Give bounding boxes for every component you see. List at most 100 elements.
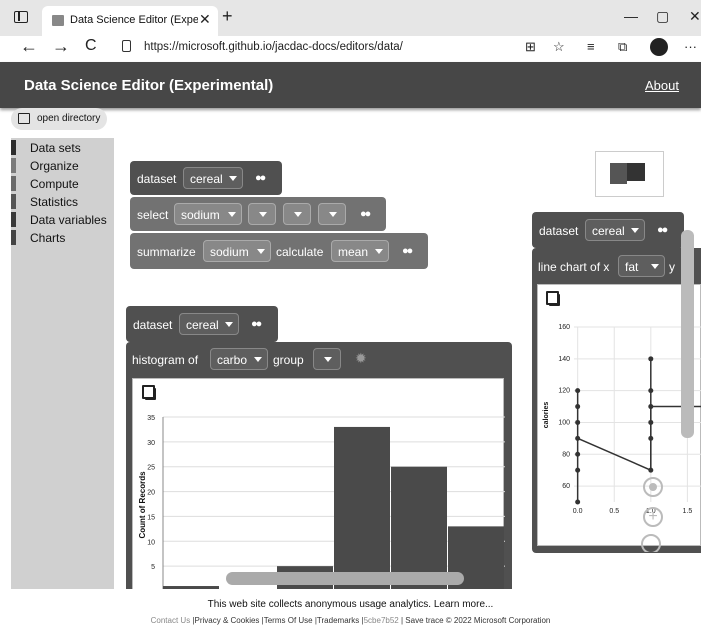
y-tick-label: 5 bbox=[151, 564, 155, 571]
zoom-in-icon[interactable]: + bbox=[643, 507, 663, 527]
sidebar-item-organize[interactable]: Organize bbox=[11, 157, 114, 175]
contact-link[interactable]: Contact Us bbox=[151, 616, 191, 625]
histogram-dropdown-value: carbo bbox=[217, 353, 248, 367]
minimap-block bbox=[610, 163, 627, 184]
profile-avatar[interactable] bbox=[650, 38, 668, 56]
analytics-notice[interactable]: This web site collects anonymous usage a… bbox=[0, 599, 701, 610]
sidebar-item-compute[interactable]: Compute bbox=[11, 175, 114, 193]
tab-actions-icon[interactable] bbox=[14, 11, 28, 23]
copy-icon[interactable] bbox=[546, 291, 560, 306]
favorites-icon[interactable]: ≡ bbox=[587, 39, 595, 54]
sidebar-item-data-sets[interactable]: Data sets bbox=[11, 139, 114, 157]
sidebar-item-statistics[interactable]: Statistics bbox=[11, 193, 114, 211]
tab-close-icon[interactable]: ✕ bbox=[199, 11, 211, 28]
line-chart-panel: 160 140 120 100 80 60 0.0 0.5 1.0 1.5 calories + bbox=[537, 284, 701, 546]
dataset-dropdown[interactable]: cereal bbox=[179, 313, 239, 335]
select-column-dropdown-3[interactable] bbox=[283, 203, 311, 225]
select-block-label: select bbox=[137, 208, 169, 222]
preview-eye-icon[interactable]: ●● bbox=[251, 318, 262, 330]
chevron-down-icon bbox=[375, 249, 383, 254]
minimize-button[interactable]: — bbox=[624, 8, 638, 24]
new-tab-button[interactable]: + bbox=[222, 6, 233, 27]
settings-gear-icon[interactable]: ✹ bbox=[355, 350, 367, 367]
dataset-dropdown-value: cereal bbox=[190, 172, 223, 186]
collections-icon[interactable]: ⧉ bbox=[618, 39, 627, 55]
y-tick-label: 100 bbox=[558, 419, 570, 426]
group-dropdown[interactable] bbox=[313, 348, 341, 370]
workspace-minimap[interactable] bbox=[595, 151, 664, 197]
summarize-column-dropdown[interactable]: sodium bbox=[203, 240, 271, 262]
dataset-dropdown[interactable]: cereal bbox=[183, 167, 243, 189]
select-column-dropdown[interactable]: sodium bbox=[174, 203, 242, 225]
y-tick-label: 20 bbox=[147, 490, 155, 497]
vertical-scrollbar[interactable] bbox=[681, 230, 694, 438]
reload-button[interactable]: C bbox=[85, 37, 97, 55]
app-available-icon[interactable]: ⊞ bbox=[525, 39, 536, 55]
close-window-button[interactable]: ✕ bbox=[689, 8, 701, 25]
x-tick-label: 0.0 bbox=[573, 508, 583, 515]
y-tick-label: 25 bbox=[147, 465, 155, 472]
tab-title: Data Science Editor (Experimenta bbox=[70, 14, 198, 26]
data-point bbox=[575, 467, 581, 473]
sidebar-item-label: Data variables bbox=[30, 213, 107, 227]
url-field[interactable]: https://microsoft.github.io/jacdac-docs/… bbox=[110, 37, 530, 59]
toolbox-sidebar: Data sets Organize Compute Statistics Da… bbox=[11, 138, 114, 589]
sidebar-item-label: Organize bbox=[30, 159, 79, 173]
sidebar-item-label: Data sets bbox=[30, 141, 81, 155]
forward-button[interactable]: → bbox=[52, 36, 70, 57]
menu-icon[interactable]: ··· bbox=[684, 39, 697, 54]
category-color-bar bbox=[11, 194, 16, 209]
category-color-bar bbox=[11, 176, 16, 191]
dataset-dropdown[interactable]: cereal bbox=[585, 219, 645, 241]
copy-icon[interactable] bbox=[142, 385, 156, 400]
dataset-block-label: dataset bbox=[137, 172, 177, 186]
data-point bbox=[575, 404, 581, 410]
preview-eye-icon[interactable]: ●● bbox=[255, 172, 266, 184]
app-title: Data Science Editor (Experimental) bbox=[24, 77, 274, 94]
y-axis-label: Count of Records bbox=[138, 471, 147, 539]
data-point bbox=[648, 419, 654, 425]
data-point bbox=[575, 451, 581, 457]
maximize-button[interactable]: ▢ bbox=[656, 8, 669, 25]
sidebar-item-data-variables[interactable]: Data variables bbox=[11, 211, 114, 229]
summarize-block-label: summarize bbox=[137, 245, 196, 259]
histogram-block[interactable]: histogram of carbo group ✹ 35 30 25 20 15 10 5… bbox=[126, 342, 512, 591]
preview-eye-icon[interactable]: ●● bbox=[402, 245, 413, 257]
histogram-chart: 35 30 25 20 15 10 5 Count of Records bbox=[138, 415, 505, 591]
select-block[interactable]: select sodium ●● bbox=[130, 197, 386, 231]
preview-eye-icon[interactable]: ●● bbox=[360, 208, 371, 220]
recenter-dot bbox=[649, 483, 657, 491]
browser-tab[interactable]: Data Science Editor (Experimenta ✕ bbox=[42, 6, 218, 36]
address-bar: ← → C https://microsoft.github.io/jacdac… bbox=[0, 36, 701, 62]
line-chart: 16014012010080600.0 0.5 1.0 1.5calories bbox=[543, 324, 701, 515]
add-favorite-icon[interactable]: ☆ bbox=[553, 39, 565, 55]
dataset-dropdown-value: cereal bbox=[592, 224, 625, 238]
select-column-dropdown-4[interactable] bbox=[318, 203, 346, 225]
select-column-dropdown-2[interactable] bbox=[248, 203, 276, 225]
dataset-block[interactable]: dataset cereal ●● bbox=[126, 306, 278, 342]
dataset-block-label: dataset bbox=[133, 318, 173, 332]
minimap-block bbox=[627, 163, 645, 181]
policy-links[interactable]: |Privacy & Cookies |Terms Of Use |Tradem… bbox=[192, 616, 363, 625]
dataset-block[interactable]: dataset cereal ●● bbox=[532, 212, 684, 248]
footer-links: Contact Us |Privacy & Cookies |Terms Of … bbox=[0, 616, 701, 625]
calculate-dropdown[interactable]: mean bbox=[331, 240, 389, 262]
open-directory-button[interactable]: open directory bbox=[11, 108, 107, 130]
histogram-column-dropdown[interactable]: carbo bbox=[210, 348, 268, 370]
dataset-block[interactable]: dataset cereal ●● bbox=[130, 161, 282, 195]
line-x-dropdown[interactable]: fat bbox=[618, 255, 665, 277]
line-chart-block-label: line chart of x bbox=[538, 260, 610, 274]
summarize-block[interactable]: summarize sodium calculate mean ●● bbox=[130, 233, 428, 269]
preview-eye-icon[interactable]: ●● bbox=[657, 224, 668, 236]
about-link[interactable]: About bbox=[645, 78, 679, 93]
line-chart-block[interactable]: line chart of x fat y 160 140 120 100 80 60 0.… bbox=[532, 248, 701, 553]
zoom-out-icon[interactable] bbox=[637, 532, 665, 552]
sidebar-item-charts[interactable]: Charts bbox=[11, 229, 114, 247]
back-button[interactable]: ← bbox=[20, 36, 38, 57]
histogram-plot: 35 30 25 20 15 10 5 Count of Records bbox=[138, 415, 505, 591]
select-dropdown-value: sodium bbox=[181, 208, 220, 222]
chevron-down-icon bbox=[324, 357, 332, 362]
data-point bbox=[575, 435, 581, 441]
chevron-down-icon bbox=[631, 228, 639, 233]
horizontal-scrollbar[interactable] bbox=[226, 572, 464, 585]
